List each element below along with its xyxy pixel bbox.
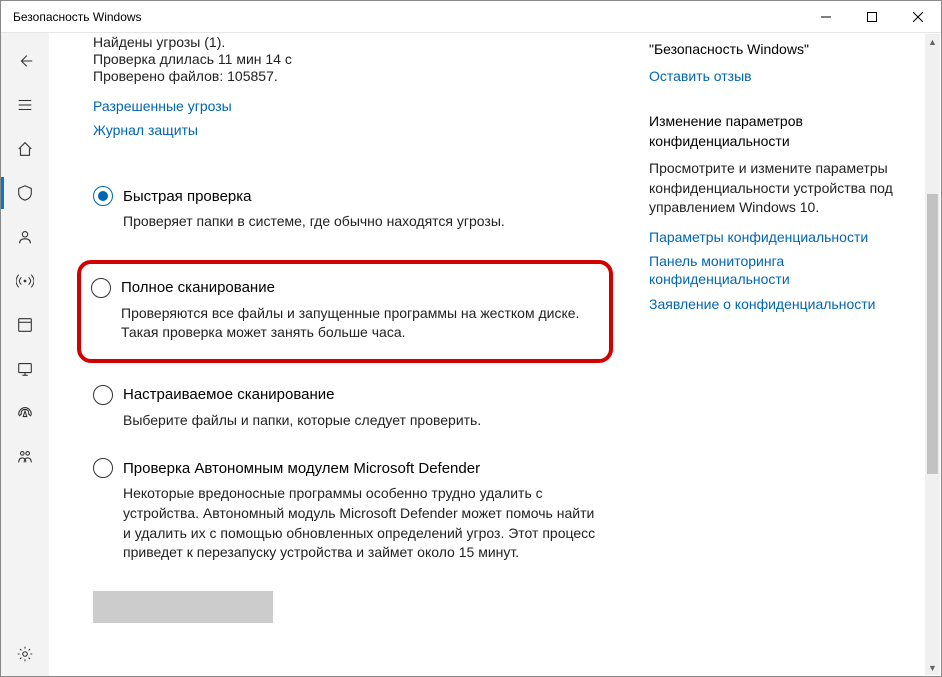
side-panel: "Безопасность Windows" Оставить отзыв Из… [641,33,941,676]
back-button[interactable] [1,39,49,83]
radio-full-scan-title: Полное сканирование [121,279,275,296]
sidebar-app-control[interactable] [1,303,49,347]
side-privacy-text: Просмотрите и измените параметры конфиде… [649,159,917,218]
radio-offline-scan-desc: Некоторые вредоносные программы особенно… [123,484,597,562]
sidebar [1,33,49,676]
minimize-button[interactable] [803,1,849,33]
option-quick-scan: Быстрая проверка Проверяет папки в систе… [93,186,597,232]
option-custom-scan: Настраиваемое сканирование Выберите файл… [93,385,597,431]
status-duration: Проверка длилась 11 мин 14 с [93,51,597,67]
radio-quick-scan[interactable] [93,186,113,206]
maximize-button[interactable] [849,1,895,33]
radio-full-scan[interactable] [91,278,111,298]
link-allowed-threats[interactable]: Разрешенные угрозы [93,98,597,114]
scroll-thumb[interactable] [927,194,938,474]
status-files: Проверено файлов: 105857. [93,68,597,84]
vertical-scrollbar[interactable]: ▲ ▼ [925,34,940,675]
scroll-up-arrow[interactable]: ▲ [925,34,940,49]
close-button[interactable] [895,1,941,33]
option-offline-scan: Проверка Автономным модулем Microsoft De… [93,458,597,562]
scan-options: Быстрая проверка Проверяет папки в систе… [93,186,597,623]
scan-now-button[interactable] [93,591,273,623]
link-feedback[interactable]: Оставить отзыв [649,67,917,85]
titlebar: Безопасность Windows [1,1,941,33]
sidebar-family-options[interactable] [1,435,49,479]
radio-offline-scan[interactable] [93,458,113,478]
menu-button[interactable] [1,83,49,127]
side-privacy-heading-1: Изменение параметров [649,113,917,129]
radio-custom-scan-desc: Выберите файлы и папки, которые следует … [123,411,597,431]
side-brand: "Безопасность Windows" [649,41,917,57]
scroll-down-arrow[interactable]: ▼ [925,660,940,675]
link-privacy-dashboard[interactable]: Панель мониторинга конфиденциальности [649,252,917,288]
side-privacy-heading-2: конфиденциальности [649,133,917,149]
radio-custom-scan-title: Настраиваемое сканирование [123,386,335,403]
sidebar-settings[interactable] [1,632,49,676]
sidebar-device-security[interactable] [1,347,49,391]
sidebar-account-protection[interactable] [1,215,49,259]
sidebar-virus-protection[interactable] [1,171,49,215]
main-content: Найдены угрозы (1). Проверка длилась 11 … [49,33,641,676]
link-privacy-statement[interactable]: Заявление о конфиденциальности [649,295,917,313]
window-controls [803,1,941,33]
link-protection-history[interactable]: Журнал защиты [93,122,597,138]
sidebar-home[interactable] [1,127,49,171]
status-threats: Найдены угрозы (1). [93,34,597,50]
radio-offline-scan-title: Проверка Автономным модулем Microsoft De… [123,460,480,477]
highlighted-option: Полное сканирование Проверяются все файл… [77,260,613,363]
link-privacy-settings[interactable]: Параметры конфиденциальности [649,228,917,246]
option-full-scan: Полное сканирование Проверяются все файл… [91,278,595,343]
window-title: Безопасность Windows [13,10,142,24]
sidebar-device-performance[interactable] [1,391,49,435]
radio-full-scan-desc: Проверяются все файлы и запущенные прогр… [121,304,595,343]
radio-quick-scan-title: Быстрая проверка [123,188,252,205]
radio-quick-scan-desc: Проверяет папки в системе, где обычно на… [123,212,597,232]
sidebar-firewall[interactable] [1,259,49,303]
radio-custom-scan[interactable] [93,385,113,405]
